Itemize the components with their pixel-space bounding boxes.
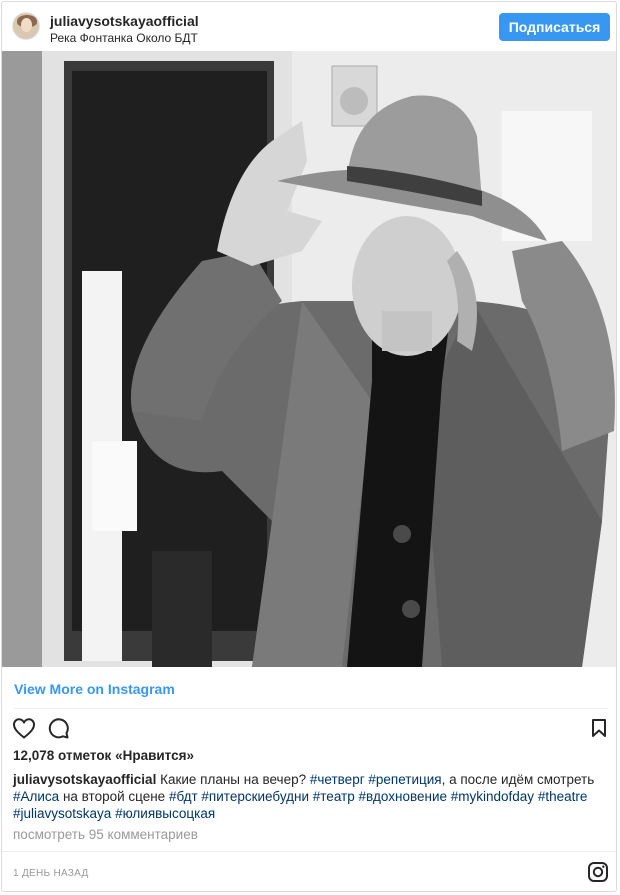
comment-icon[interactable]: [47, 717, 69, 739]
bookmark-icon[interactable]: [591, 718, 607, 738]
hashtag[interactable]: #juliavysotskaya: [13, 806, 111, 821]
hashtag[interactable]: #theatre: [538, 789, 588, 804]
caption-text: Какие планы на вечер?: [156, 772, 310, 787]
hashtag[interactable]: #бдт: [169, 789, 198, 804]
post-date[interactable]: 1 ДЕНЬ НАЗАД: [13, 868, 89, 879]
follow-button[interactable]: Подписаться: [499, 13, 610, 41]
post-photo[interactable]: [2, 51, 616, 667]
hashtag[interactable]: #питерскиебудни: [201, 789, 309, 804]
heart-icon[interactable]: [12, 717, 36, 739]
likes-count[interactable]: 12,078 отметок «Нравится»: [13, 748, 194, 763]
divider: [14, 708, 608, 709]
username[interactable]: juliavysotskayaofficial: [50, 13, 199, 29]
view-more-on-instagram-link[interactable]: View More on Instagram: [14, 681, 175, 697]
hashtag[interactable]: #юлиявысоцкая: [115, 806, 215, 821]
post-header: juliavysotskayaofficial Река Фонтанка Ок…: [2, 2, 616, 50]
post-caption: juliavysotskayaofficial Какие планы на в…: [13, 771, 603, 822]
hashtag[interactable]: #четверг: [310, 772, 365, 787]
caption-username[interactable]: juliavysotskayaofficial: [13, 772, 156, 787]
instagram-embed-card: juliavysotskayaofficial Река Фонтанка Ок…: [1, 1, 617, 892]
view-comments-link[interactable]: посмотреть 95 комментариев: [13, 827, 198, 842]
divider: [2, 851, 616, 852]
hashtag[interactable]: #репетиция: [368, 772, 441, 787]
hashtag[interactable]: #театр: [313, 789, 355, 804]
avatar[interactable]: [12, 12, 40, 40]
location[interactable]: Река Фонтанка Около БДТ: [50, 31, 198, 45]
hashtag[interactable]: #mykindofday: [451, 789, 534, 804]
caption-text: , а после идём смотреть: [441, 772, 595, 787]
instagram-icon[interactable]: [587, 861, 609, 883]
hashtag[interactable]: #Алиса: [13, 789, 59, 804]
hashtag[interactable]: #вдохновение: [358, 789, 447, 804]
caption-text: на второй сцене: [59, 789, 169, 804]
